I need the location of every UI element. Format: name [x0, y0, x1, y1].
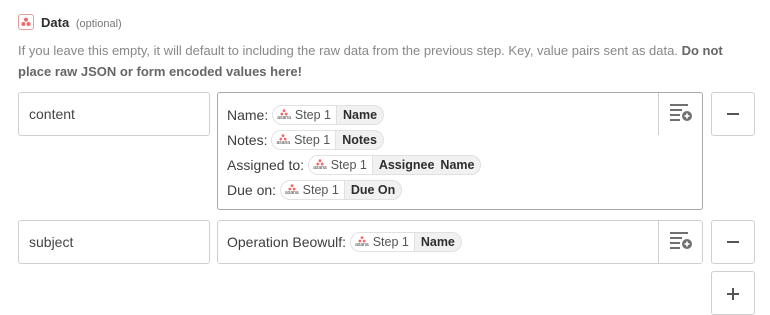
value-lines: Name: asana Step 1 Name Notes: asana Ste… — [227, 102, 483, 202]
field-pill[interactable]: asana Step 1 Due On — [280, 179, 403, 200]
insert-field-button[interactable] — [658, 221, 702, 263]
field-optional-label: (optional) — [75, 17, 122, 30]
pill-field-label: Name — [420, 234, 455, 249]
field-pill[interactable]: asana Step 1 Notes — [271, 129, 384, 150]
asana-icon: asana — [355, 235, 369, 248]
asana-icon: asana — [276, 133, 291, 146]
value-editor-subject[interactable]: Operation Beowulf: asana Step 1 Name — [217, 220, 703, 264]
asana-wordmark: asana — [277, 114, 291, 121]
value-line: Notes: asana Step 1 Notes — [227, 127, 483, 152]
help-text: If you leave this empty, it will default… — [18, 40, 753, 82]
insert-field-button[interactable] — [658, 93, 702, 135]
asana-wordmark: asana — [276, 139, 291, 146]
insert-field-icon — [669, 102, 693, 127]
pill-field-label: Due On — [350, 182, 396, 197]
line-label: Assigned to: — [227, 156, 305, 173]
field-title-text: Data — [41, 14, 70, 30]
pill-source: asana Step 1 — [281, 180, 345, 199]
add-row-button[interactable] — [711, 271, 755, 315]
line-label: Name: — [227, 106, 269, 123]
asana-wordmark: asana — [313, 164, 327, 171]
value-editor-content[interactable]: Name: asana Step 1 Name Notes: asana Ste… — [217, 92, 703, 210]
key-input-value: subject — [29, 234, 74, 250]
key-input-content[interactable]: content — [18, 92, 210, 136]
line-label: Due on: — [227, 181, 277, 198]
asana-icon — [18, 14, 34, 30]
value-line: Assigned to: asana Step 1 Assignee Name — [227, 152, 483, 177]
value-line: Due on: asana Step 1 Due On — [227, 177, 483, 202]
remove-row-button[interactable] — [711, 220, 755, 264]
pill-source-label: Step 1 — [294, 107, 331, 122]
pill-source-label: Step 1 — [294, 132, 331, 147]
pill-source: asana Step 1 — [273, 105, 337, 124]
pill-source: asana Step 1 — [272, 130, 337, 149]
field-pill[interactable]: asana Step 1 Name — [272, 104, 385, 125]
minus-icon — [727, 113, 739, 115]
asana-wordmark: asana — [285, 189, 299, 196]
field-header: Data (optional) — [18, 14, 122, 30]
line-label: Notes: — [227, 131, 268, 148]
plus-icon — [727, 288, 739, 300]
pill-field-label: Assignee — [378, 157, 435, 172]
key-input-value: content — [29, 106, 75, 122]
asana-wordmark: asana — [355, 241, 369, 248]
pill-source-label: Step 1 — [372, 234, 409, 249]
asana-icon: asana — [277, 108, 291, 121]
asana-icon: asana — [285, 183, 299, 196]
help-text-body: If you leave this empty, it will default… — [18, 43, 678, 58]
value-line: Operation Beowulf: asana Step 1 Name — [227, 229, 464, 254]
pill-field-label: Name — [440, 157, 475, 172]
minus-icon — [727, 241, 739, 243]
pill-field-label: Name — [343, 107, 378, 122]
field-pill[interactable]: asana Step 1 Name — [350, 231, 462, 252]
pill-source: asana Step 1 — [351, 232, 415, 251]
remove-row-button[interactable] — [711, 92, 755, 136]
value-line: Name: asana Step 1 Name — [227, 102, 483, 127]
key-input-subject[interactable]: subject — [18, 220, 210, 264]
value-lines: Operation Beowulf: asana Step 1 Name — [227, 229, 464, 254]
pill-source-label: Step 1 — [330, 157, 367, 172]
field-pill[interactable]: asana Step 1 Assignee Name — [308, 154, 482, 175]
pill-field-label: Notes — [342, 132, 377, 147]
field-title: Data (optional) — [41, 15, 122, 30]
pill-source: asana Step 1 — [309, 155, 373, 174]
asana-icon: asana — [313, 158, 327, 171]
pill-source-label: Step 1 — [302, 182, 339, 197]
insert-field-icon — [669, 230, 693, 255]
line-label: Operation Beowulf: — [227, 233, 347, 250]
